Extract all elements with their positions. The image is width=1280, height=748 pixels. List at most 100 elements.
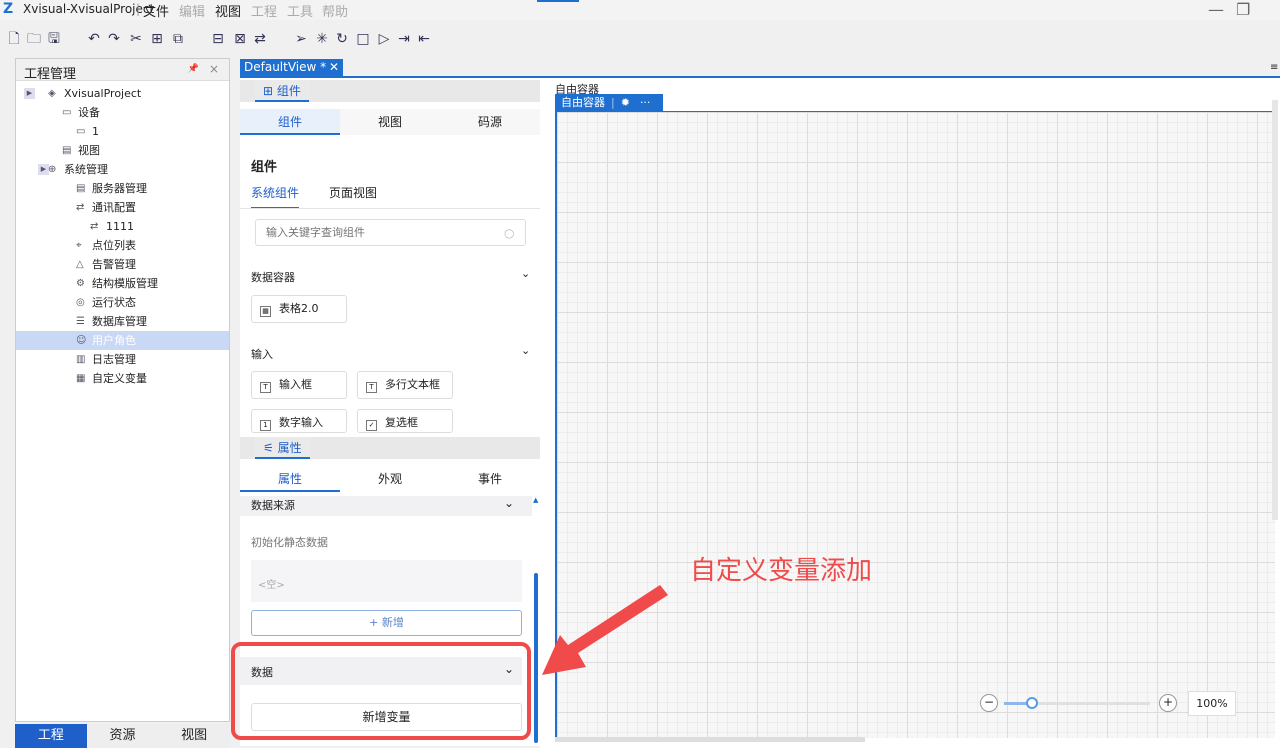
tree-item-label: 运行状态 xyxy=(92,296,136,309)
group-input[interactable]: 输入 xyxy=(251,346,273,362)
tab-components[interactable]: 组件 xyxy=(240,109,340,135)
tree-item[interactable]: ☰ 数据库管理 xyxy=(16,312,229,331)
subtab-system[interactable]: 系统组件 xyxy=(251,184,300,209)
menu-tools[interactable]: 工具 xyxy=(287,1,313,20)
subtab-page-view[interactable]: 页面视图 xyxy=(329,184,377,201)
more-icon[interactable]: ··· xyxy=(640,96,651,109)
zoom-level: 100% xyxy=(1188,691,1236,716)
tree-item[interactable]: ▦ 自定义变量 xyxy=(16,369,229,388)
scroll-up-icon[interactable]: ▲ xyxy=(533,496,538,504)
tab-defaultview[interactable]: DefaultView * ✕ xyxy=(240,59,343,76)
import-icon[interactable]: ⇤ xyxy=(416,31,432,47)
close-tab-icon[interactable]: ✕ xyxy=(329,59,339,76)
link-icon: ⇄ xyxy=(90,221,99,232)
undo-icon[interactable]: ↶ xyxy=(86,31,102,47)
add-button[interactable]: + 新增 xyxy=(251,610,522,636)
menu-view[interactable]: 视图 xyxy=(215,1,241,20)
chevron-down-icon[interactable]: ⌄ xyxy=(521,344,530,357)
zoom-in-button[interactable]: + xyxy=(1159,694,1177,712)
menu-file[interactable]: 文件 xyxy=(143,1,169,20)
component-label: 表格2.0 xyxy=(279,302,319,315)
tree-item[interactable]: △ 告警管理 xyxy=(16,255,229,274)
tree-item[interactable]: ▤ 视图 xyxy=(16,141,229,160)
components-section-tab[interactable]: ⊞ 组件 xyxy=(255,80,309,102)
group-data-container[interactable]: 数据容器 xyxy=(251,269,295,285)
component-number-input[interactable]: 1 数字输入 xyxy=(251,409,347,433)
new-file-icon[interactable]: 🗋 xyxy=(6,31,22,47)
tree-item-label: 告警管理 xyxy=(92,258,136,271)
tree-item[interactable]: ▶ ⊕ 系统管理 xyxy=(16,160,229,179)
tab-resources[interactable]: 资源 xyxy=(86,724,159,748)
pin-icon[interactable]: 📌 xyxy=(188,64,199,74)
refresh-icon[interactable]: ↻ xyxy=(334,31,350,47)
title-bar: Z Xvisual-XvisualProject | 文件 编辑 视图 工程 工… xyxy=(0,0,1280,20)
save-icon[interactable]: 🖫 xyxy=(46,31,62,47)
expand-icon[interactable]: ▶ xyxy=(24,88,35,99)
menu-help[interactable]: 帮助 xyxy=(322,1,348,20)
tab-menu-icon[interactable]: ≡ xyxy=(1270,62,1278,73)
tree-item[interactable]: ⇄ 通讯配置 xyxy=(16,198,229,217)
tree-item[interactable]: ▭ 1 xyxy=(16,122,229,141)
menu-edit[interactable]: 编辑 xyxy=(179,1,205,20)
restore-button[interactable]: ❐ xyxy=(1236,0,1250,19)
add-view-icon[interactable]: ⊠ xyxy=(232,31,248,47)
close-icon[interactable]: × xyxy=(209,62,219,76)
tree-item[interactable]: ◎ 运行状态 xyxy=(16,293,229,312)
pin-icon: ⌖ xyxy=(76,240,82,251)
stop-icon[interactable]: □ xyxy=(355,31,371,47)
tree-item[interactable]: ⚙ 结构模版管理 xyxy=(16,274,229,293)
tab-project[interactable]: 工程 xyxy=(15,724,87,748)
minimize-button[interactable]: — xyxy=(1208,0,1224,19)
cut-icon[interactable]: ✂ xyxy=(128,31,144,47)
tab-appearance[interactable]: 外观 xyxy=(340,466,440,492)
canvas-scrollbar[interactable] xyxy=(1272,100,1278,520)
chevron-down-icon: ⌄ xyxy=(504,496,515,510)
tree-item[interactable]: ▥ 日志管理 xyxy=(16,350,229,369)
component-textarea[interactable]: T 多行文本框 xyxy=(357,371,453,399)
data-source-label: 数据来源 xyxy=(251,499,295,512)
tree-item-label: 1111 xyxy=(106,220,134,233)
redo-icon[interactable]: ↷ xyxy=(106,31,122,47)
sparkle-icon[interactable]: ✳ xyxy=(314,31,330,47)
tree-item-label: XvisualProject xyxy=(64,87,142,100)
paste-icon[interactable]: ⧉ xyxy=(170,31,186,47)
view-icon: ▤ xyxy=(62,145,72,156)
table-icon: ▦ xyxy=(260,306,271,317)
tree-item[interactable]: ▶ ◈ XvisualProject xyxy=(16,84,229,103)
zoom-slider-handle[interactable] xyxy=(1026,697,1038,709)
variable-icon: ▦ xyxy=(76,373,86,384)
add-device-icon[interactable]: ⊟ xyxy=(210,31,226,47)
tab-source[interactable]: 码源 xyxy=(440,109,540,135)
menu-project[interactable]: 工程 xyxy=(251,1,277,20)
component-search-input[interactable] xyxy=(255,219,526,246)
data-source-header[interactable]: 数据来源 ⌄ xyxy=(240,496,532,516)
tree-item[interactable]: ☺ 用户角色 xyxy=(16,331,229,350)
zoom-out-button[interactable]: − xyxy=(980,694,998,712)
properties-section-tab[interactable]: ⚟ 属性 xyxy=(255,437,310,459)
component-table[interactable]: ▦ 表格2.0 xyxy=(251,295,347,323)
tree-item[interactable]: ⇄ 1111 xyxy=(16,217,229,236)
tab-events[interactable]: 事件 xyxy=(440,466,540,492)
copy-icon[interactable]: ⊞ xyxy=(149,31,165,47)
bug-icon[interactable]: ✹ xyxy=(621,96,630,109)
tab-views[interactable]: 视图 xyxy=(158,724,231,748)
device-icon: ▭ xyxy=(62,107,72,118)
canvas-hscrollbar[interactable] xyxy=(555,737,865,742)
tab-properties[interactable]: 属性 xyxy=(240,466,340,492)
send-icon[interactable]: ➢ xyxy=(293,31,309,47)
component-label: 输入框 xyxy=(279,378,312,391)
tree-item[interactable]: ▤ 服务器管理 xyxy=(16,179,229,198)
export-icon[interactable]: ⇥ xyxy=(396,31,412,47)
open-folder-icon[interactable]: 🗀 xyxy=(26,31,42,47)
chevron-down-icon[interactable]: ⌄ xyxy=(521,267,530,280)
add-link-icon[interactable]: ⇄ xyxy=(252,31,268,47)
properties-section-bar: ⚟ 属性 xyxy=(240,437,540,459)
tree-item[interactable]: ⌖ 点位列表 xyxy=(16,236,229,255)
window-title: Xvisual-XvisualProject xyxy=(23,2,155,16)
component-checkbox[interactable]: ✓ 复选框 xyxy=(357,409,453,433)
component-input[interactable]: T 输入框 xyxy=(251,371,347,399)
container-header[interactable]: 自由容器 | ✹ ··· xyxy=(555,94,663,111)
run-icon[interactable]: ▷ xyxy=(376,31,392,47)
tab-view[interactable]: 视图 xyxy=(340,109,440,135)
tree-item[interactable]: ▭ 设备 xyxy=(16,103,229,122)
